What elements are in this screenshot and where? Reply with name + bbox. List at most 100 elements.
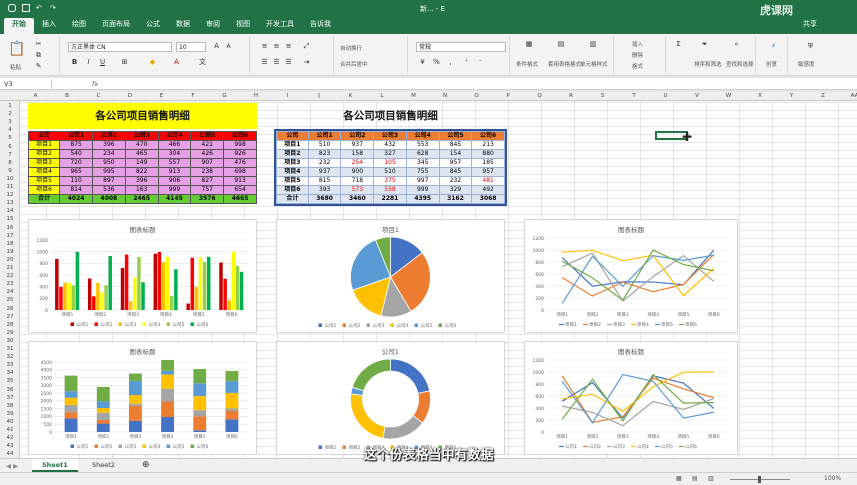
indent-icon[interactable]: ⇥ xyxy=(302,58,311,67)
table-cell[interactable]: 公司2 xyxy=(340,131,375,141)
row-header[interactable]: 31 xyxy=(0,346,20,352)
cut-icon[interactable]: ✂ xyxy=(34,40,43,49)
find-select-label[interactable]: 查找和选择 xyxy=(726,60,754,68)
row-header[interactable]: 23 xyxy=(0,281,20,287)
row-header[interactable]: 33 xyxy=(0,362,20,368)
tab-view[interactable]: 视图 xyxy=(228,18,258,34)
row-header[interactable]: 11 xyxy=(0,184,20,190)
row-header[interactable]: 7 xyxy=(0,152,20,158)
column-header[interactable]: U xyxy=(650,92,681,101)
row-header[interactable]: 1 xyxy=(0,103,20,109)
table-cell[interactable]: 2281 xyxy=(373,194,407,204)
table-cell[interactable]: 957 xyxy=(471,167,505,177)
table-cell[interactable]: 926 xyxy=(223,149,257,159)
phonetic-icon[interactable]: 文 xyxy=(198,58,207,67)
table-cell[interactable]: 4008 xyxy=(91,194,126,204)
copy-icon[interactable]: ⧉ xyxy=(34,51,43,60)
paste-icon[interactable]: 📋 xyxy=(8,40,26,58)
table-cell[interactable]: 4395 xyxy=(405,194,440,204)
table-cell[interactable]: 906 xyxy=(157,176,192,186)
table-cell[interactable]: 875 xyxy=(59,140,93,150)
table-cell[interactable]: 465 xyxy=(124,149,159,159)
table-cell[interactable]: 公司4 xyxy=(157,131,192,141)
row-header[interactable]: 16 xyxy=(0,225,20,231)
row-header[interactable]: 19 xyxy=(0,249,20,255)
underline-icon[interactable]: U xyxy=(98,58,107,67)
decrease-decimal-icon[interactable]: ⁻ xyxy=(476,58,485,67)
table-cell[interactable]: 396 xyxy=(91,140,126,150)
table-cell[interactable]: 897 xyxy=(91,176,126,186)
tab-data[interactable]: 数据 xyxy=(168,18,198,34)
row-header[interactable]: 9 xyxy=(0,168,20,174)
sensitivity-icon[interactable]: ⛨ xyxy=(806,42,815,51)
ideas-label[interactable]: 创意 xyxy=(766,60,777,68)
table-cell[interactable]: 项目6 xyxy=(27,185,61,195)
table-cell[interactable]: 466 xyxy=(157,140,192,150)
table-cell[interactable]: 项目5 xyxy=(27,176,61,186)
row-header[interactable]: 40 xyxy=(0,419,20,425)
table-cell[interactable]: 公司3 xyxy=(124,131,159,141)
table-cell[interactable]: 4665 xyxy=(223,194,257,204)
sheet-nav-arrows[interactable]: ◀ ▶ xyxy=(6,462,18,470)
column-header[interactable]: Q xyxy=(524,92,555,101)
table-cell[interactable]: 4145 xyxy=(157,194,192,204)
table-cell[interactable]: 913 xyxy=(157,167,192,177)
row-header[interactable]: 32 xyxy=(0,354,20,360)
table-cell[interactable]: 304 xyxy=(157,149,192,159)
table-cell[interactable]: 3162 xyxy=(438,194,473,204)
row-header[interactable]: 21 xyxy=(0,265,20,271)
table-cell[interactable]: 815 xyxy=(307,176,342,186)
chart-line-2[interactable]: 图表标题 0 200 400 600 800 1000 1200 项目1 项目2 项目3 项目4 项目… xyxy=(524,341,738,455)
row-header[interactable]: 34 xyxy=(0,370,20,376)
delete-cells-button[interactable]: 删除 xyxy=(632,51,643,59)
align-top-icon[interactable]: ≡ xyxy=(260,42,269,51)
row-header[interactable]: 12 xyxy=(0,192,20,198)
italic-icon[interactable]: I xyxy=(84,58,93,67)
table-cell[interactable]: 232 xyxy=(438,176,473,186)
format-table-icon[interactable]: ▤ xyxy=(554,40,568,54)
table-cell[interactable]: 470 xyxy=(124,140,159,150)
row-header[interactable]: 39 xyxy=(0,411,20,417)
sort-filter-label[interactable]: 排序和筛选 xyxy=(694,60,722,68)
table-cell[interactable]: 238 xyxy=(190,167,225,177)
table-cell[interactable]: 149 xyxy=(124,158,159,168)
column-header[interactable]: E xyxy=(146,92,177,101)
tab-review[interactable]: 审阅 xyxy=(198,18,228,34)
row-header[interactable]: 26 xyxy=(0,306,20,312)
table-cell[interactable]: 628 xyxy=(405,149,440,159)
tab-page-layout[interactable]: 页面布局 xyxy=(94,18,138,34)
table-cell[interactable]: 814 xyxy=(59,185,93,195)
table-cell[interactable]: 510 xyxy=(373,167,407,177)
column-header[interactable]: R xyxy=(556,92,587,101)
table-cell[interactable]: 4024 xyxy=(59,194,93,204)
ideas-icon[interactable]: ⚡ xyxy=(769,42,778,51)
row-header[interactable]: 29 xyxy=(0,330,20,336)
row-header[interactable]: 35 xyxy=(0,378,20,384)
font-name-select[interactable]: 方正黑体 CN xyxy=(68,42,172,52)
column-header[interactable]: M xyxy=(398,92,429,101)
table-cell[interactable]: 421 xyxy=(190,140,225,150)
find-select-icon[interactable]: ⌕ xyxy=(732,40,741,49)
column-header[interactable]: W xyxy=(713,92,744,101)
table-cell[interactable]: 540 xyxy=(59,149,93,159)
column-header[interactable]: T xyxy=(619,92,650,101)
redo-icon[interactable]: ↷ xyxy=(50,4,58,12)
conditional-format-icon[interactable]: ▦ xyxy=(522,40,536,54)
row-header[interactable]: 17 xyxy=(0,233,20,239)
table-cell[interactable]: 375 xyxy=(373,176,407,186)
column-header[interactable]: AA xyxy=(839,92,857,101)
table-cell[interactable]: 公司 xyxy=(27,131,61,141)
merge-center-button[interactable]: 合并后居中 xyxy=(340,60,368,68)
undo-icon[interactable]: ↶ xyxy=(36,4,44,12)
tab-home[interactable]: 开始 xyxy=(4,18,34,34)
table-cell[interactable]: 997 xyxy=(405,176,440,186)
row-header[interactable]: 5 xyxy=(0,135,20,141)
table-cell[interactable]: 950 xyxy=(91,158,126,168)
number-format-select[interactable]: 常规 xyxy=(416,42,506,52)
column-header[interactable]: Z xyxy=(808,92,839,101)
row-header[interactable]: 27 xyxy=(0,314,20,320)
table-cell[interactable]: 757 xyxy=(190,185,225,195)
table-cell[interactable]: 3068 xyxy=(471,194,505,204)
table-cell[interactable]: 845 xyxy=(438,167,473,177)
tab-draw[interactable]: 绘图 xyxy=(64,18,94,34)
